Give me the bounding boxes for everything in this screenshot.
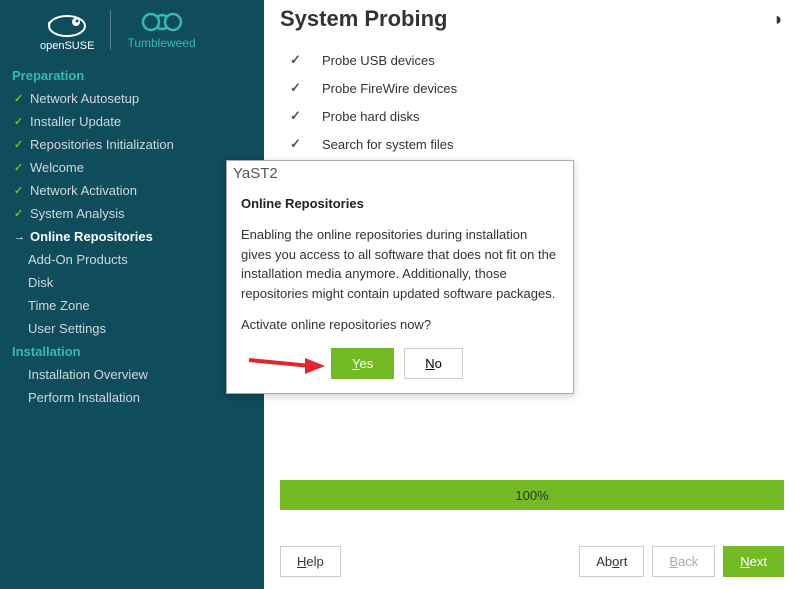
nav-item: User Settings	[0, 317, 264, 340]
back-button: Back	[652, 546, 715, 577]
nav-item: Welcome	[0, 156, 264, 179]
probe-item: ✓ Search for system files	[290, 130, 784, 158]
logo-area: openSUSE Tumbleweed	[0, 0, 264, 64]
dialog-question: Activate online repositories now?	[241, 317, 559, 332]
probe-list: ✓ Probe USB devices ✓ Probe FireWire device…	[280, 46, 784, 158]
nav-item: Time Zone	[0, 294, 264, 317]
probe-item: ✓ Probe USB devices	[290, 46, 784, 74]
probe-label: Search for system files	[322, 137, 454, 152]
nav-item: Network Activation	[0, 179, 264, 202]
page-title: System Probing	[280, 6, 447, 32]
nav-item: Installer Update	[0, 110, 264, 133]
progress-bar-wrap: 100%	[280, 480, 784, 510]
check-icon: ✓	[290, 52, 302, 68]
nav-item: System Analysis	[0, 202, 264, 225]
nav-section-installation: Installation	[0, 340, 264, 363]
theme-toggle-icon[interactable]: ◗	[773, 9, 784, 30]
logo-divider	[110, 10, 111, 50]
probe-label: Probe USB devices	[322, 53, 435, 68]
check-icon: ✓	[290, 136, 302, 152]
nav-section-preparation: Preparation	[0, 64, 264, 87]
nav-item: Add-On Products	[0, 248, 264, 271]
probe-label: Probe FireWire devices	[322, 81, 457, 96]
dialog-window-title: YaST2	[227, 161, 573, 186]
dialog-text: Enabling the online repositories during …	[241, 225, 559, 303]
abort-button[interactable]: Abort	[579, 546, 644, 577]
opensuse-logo: openSUSE	[40, 8, 94, 52]
nav-item: Online Repositories	[0, 225, 264, 248]
probe-item: ✓ Probe FireWire devices	[290, 74, 784, 102]
dialog: YaST2 Online Repositories Enabling the o…	[226, 160, 574, 394]
nav-item: Repositories Initialization	[0, 133, 264, 156]
dialog-heading: Online Repositories	[241, 196, 559, 211]
yes-button[interactable]: Yes	[331, 348, 394, 379]
nav-item: Perform Installation	[0, 386, 264, 409]
sidebar: openSUSE Tumbleweed Preparation Network …	[0, 0, 264, 589]
tumbleweed-logo: Tumbleweed	[127, 11, 195, 50]
tumbleweed-text: Tumbleweed	[127, 36, 195, 50]
nav-item: Network Autosetup	[0, 87, 264, 110]
next-button[interactable]: Next	[723, 546, 784, 577]
opensuse-text: openSUSE	[40, 40, 94, 52]
probe-label: Probe hard disks	[322, 109, 420, 124]
progress-bar: 100%	[280, 480, 784, 510]
probe-item: ✓ Probe hard disks	[290, 102, 784, 130]
check-icon: ✓	[290, 108, 302, 124]
no-button[interactable]: No	[404, 348, 463, 379]
check-icon: ✓	[290, 80, 302, 96]
nav-item: Disk	[0, 271, 264, 294]
footer-buttons: Help Abort Back Next	[280, 546, 784, 577]
nav-item: Installation Overview	[0, 363, 264, 386]
help-button[interactable]: Help	[280, 546, 341, 577]
arrow-annotation	[247, 356, 327, 376]
